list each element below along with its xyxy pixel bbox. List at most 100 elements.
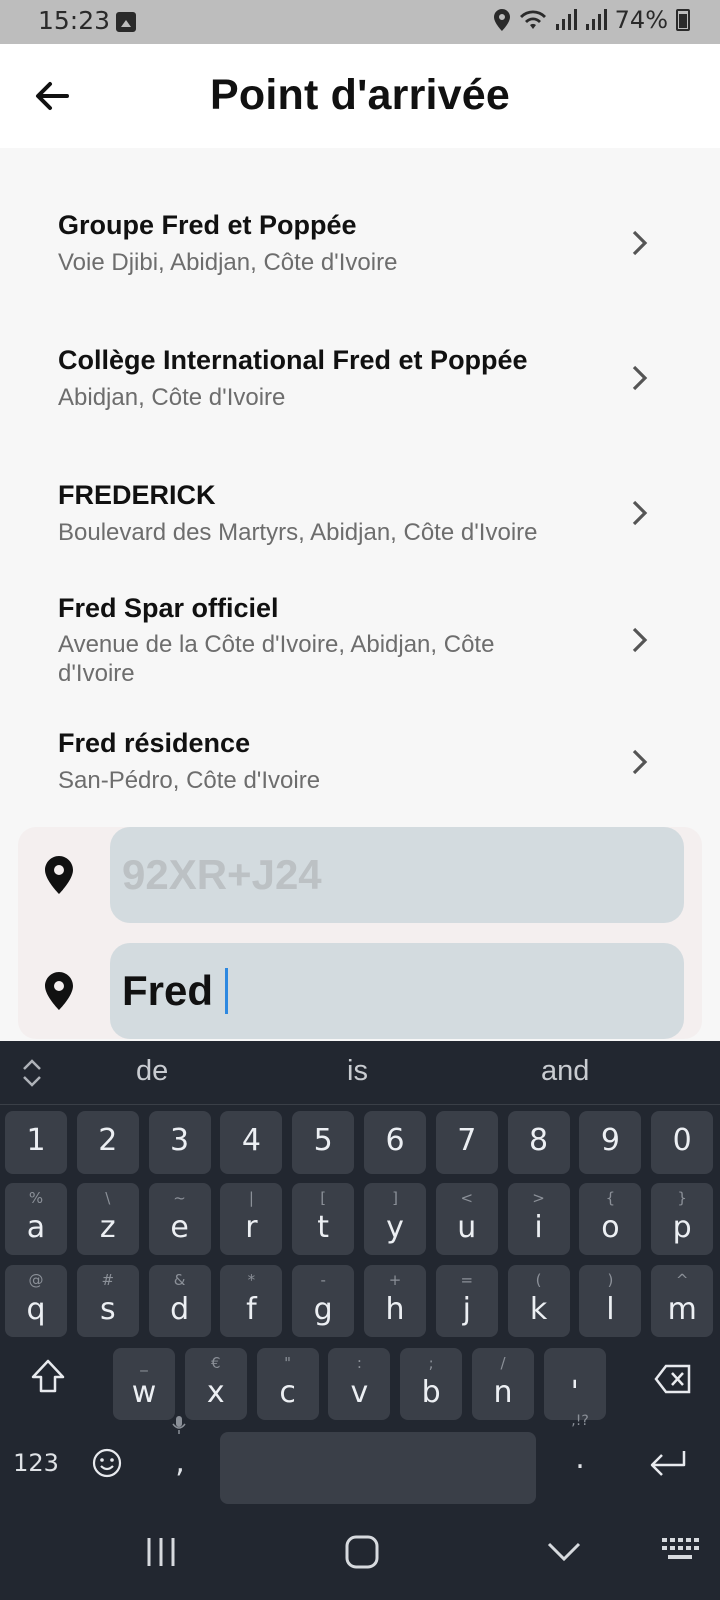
key-alt-label: <: [460, 1189, 474, 1207]
symbols-key[interactable]: 123: [4, 1433, 68, 1493]
hide-keyboard-icon[interactable]: [546, 1540, 582, 1564]
suggestion-3[interactable]: and: [541, 1055, 589, 1088]
key-label: b: [421, 1375, 441, 1410]
key-5[interactable]: 5: [292, 1111, 355, 1174]
microphone-icon: [172, 1416, 186, 1434]
home-icon[interactable]: [344, 1534, 380, 1570]
key-u[interactable]: < u: [435, 1183, 498, 1255]
key-7[interactable]: 7: [435, 1111, 498, 1174]
key-e[interactable]: ~ e: [148, 1183, 211, 1255]
list-item[interactable]: Fred résidence San-Pédro, Côte d'Ivoire: [0, 723, 720, 823]
key-s[interactable]: # s: [76, 1265, 139, 1337]
result-subtitle: Abidjan, Côte d'Ivoire: [58, 384, 286, 411]
key-label: g: [313, 1292, 333, 1327]
key-label: 0: [672, 1123, 692, 1158]
app-header: Point d'arrivée: [0, 44, 720, 148]
key-p[interactable]: } p: [651, 1183, 714, 1255]
key-label: s: [99, 1292, 116, 1327]
key-alt-label: +: [388, 1271, 402, 1289]
key-alt-label: &: [173, 1271, 186, 1289]
key-a[interactable]: % a: [5, 1183, 67, 1255]
list-item[interactable]: Collège International Fred et Poppée Abi…: [0, 323, 720, 433]
key-2[interactable]: 2: [76, 1111, 139, 1174]
list-item[interactable]: Fred Spar officiel Avenue de la Côte d'I…: [0, 588, 720, 698]
key-y[interactable]: ] y: [364, 1183, 426, 1255]
destination-field[interactable]: Fred: [110, 943, 684, 1039]
comma-key[interactable]: ,: [160, 1411, 200, 1491]
key-g[interactable]: -g: [292, 1265, 355, 1337]
page-title: Point d'arrivée: [210, 71, 510, 119]
gallery-icon: [116, 12, 136, 32]
key-label: z: [99, 1210, 116, 1245]
key-d[interactable]: & d: [148, 1265, 211, 1337]
key-label: v: [350, 1375, 369, 1410]
route-inputs: 92XR+J24 Fred: [18, 827, 702, 1039]
key-k[interactable]: (k: [507, 1265, 570, 1337]
key-alt-label: #: [101, 1271, 115, 1289]
chevron-right-icon: [632, 230, 648, 256]
space-bar[interactable]: [220, 1432, 536, 1504]
key-6[interactable]: 6: [364, 1111, 426, 1174]
key-1[interactable]: 1: [5, 1111, 67, 1174]
key-alt-label: _: [140, 1354, 148, 1372]
expand-toolbar-icon[interactable]: [20, 1057, 44, 1089]
key-label: f: [246, 1292, 257, 1327]
key-alt-label: ;: [428, 1354, 434, 1372]
list-item[interactable]: Groupe Fred et Poppée Voie Djibi, Abidja…: [0, 188, 720, 298]
key-0[interactable]: 0: [651, 1111, 714, 1174]
key-label: j: [462, 1292, 471, 1327]
signal-icon: [555, 9, 577, 30]
enter-key[interactable]: [640, 1433, 700, 1493]
result-title: FREDERICK: [58, 480, 216, 510]
suggestion-2[interactable]: is: [347, 1055, 368, 1088]
key-alt-label: \: [105, 1189, 111, 1207]
key-label: m: [667, 1292, 697, 1327]
result-title: Collège International Fred et Poppée: [58, 345, 528, 375]
key-t[interactable]: [t: [292, 1183, 355, 1255]
keyboard-switch-icon[interactable]: [660, 1536, 700, 1564]
signal-icon: [585, 9, 607, 30]
period-key[interactable]: ,!? .: [560, 1411, 600, 1491]
key-v[interactable]: :v: [328, 1348, 391, 1420]
key-o[interactable]: {o: [579, 1183, 642, 1255]
emoji-key[interactable]: [88, 1433, 128, 1493]
shift-key[interactable]: [10, 1342, 86, 1414]
result-title: Fred Spar officiel: [58, 593, 279, 623]
key-w[interactable]: _ w: [113, 1348, 175, 1420]
start-point-field[interactable]: 92XR+J24: [110, 827, 684, 923]
key-r[interactable]: | r: [220, 1183, 283, 1255]
screen: 15:23 74% Point d'arrivée Groupe Fred et…: [0, 0, 720, 1600]
key-b[interactable]: ; b: [400, 1348, 463, 1420]
list-item[interactable]: FREDERICK Boulevard des Martyrs, Abidjan…: [0, 458, 720, 568]
key-z[interactable]: \ z: [76, 1183, 139, 1255]
key-3[interactable]: 3: [148, 1111, 211, 1174]
wifi-icon: [519, 10, 546, 29]
key-alt-label: {: [605, 1189, 616, 1207]
key-alt-label: ]: [392, 1189, 398, 1207]
key-m[interactable]: ^ m: [651, 1265, 714, 1337]
key-apostrophe[interactable]: ': [543, 1348, 606, 1420]
key-label: n: [493, 1375, 513, 1410]
key-label: 6: [385, 1123, 405, 1158]
key-label: e: [170, 1210, 189, 1245]
key-8[interactable]: 8: [507, 1111, 570, 1174]
key-alt-label: >: [532, 1189, 545, 1207]
suggestion-1[interactable]: de: [136, 1055, 168, 1088]
result-title: Groupe Fred et Poppée: [58, 210, 357, 240]
key-n[interactable]: / n: [472, 1348, 534, 1420]
key-q[interactable]: @ q: [5, 1265, 67, 1337]
backspace-key[interactable]: [644, 1342, 700, 1414]
key-l[interactable]: ) l: [579, 1265, 642, 1337]
key-9[interactable]: 9: [579, 1111, 642, 1174]
key-j[interactable]: = j: [435, 1265, 498, 1337]
recent-apps-icon[interactable]: [145, 1536, 177, 1568]
key-c[interactable]: " c: [256, 1348, 319, 1420]
key-i[interactable]: > i: [507, 1183, 570, 1255]
key-label: 4: [241, 1123, 261, 1158]
key-alt-label: @: [28, 1271, 44, 1289]
key-x[interactable]: € x: [184, 1348, 247, 1420]
key-4[interactable]: 4: [220, 1111, 283, 1174]
key-h[interactable]: + h: [364, 1265, 426, 1337]
suggestion-bar: de is and: [0, 1041, 720, 1105]
key-f[interactable]: * f: [220, 1265, 283, 1337]
